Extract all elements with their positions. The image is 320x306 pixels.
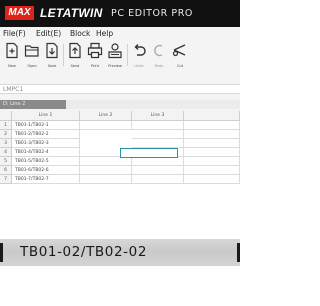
menu-edit[interactable]: Edit(E) (36, 28, 61, 39)
undo-button-label: Undo (134, 64, 144, 68)
max-logo: MAX (5, 6, 34, 20)
grid-cell[interactable]: TB01-4/TB02-4 (12, 148, 80, 157)
label-grid: Line 1 Line 2 Line 3 1 TB01-1/TB02-1 2 T… (0, 111, 240, 187)
grid-cell[interactable] (184, 175, 240, 184)
toolbar-divider (127, 44, 128, 66)
cut-button-label: Cut (176, 64, 184, 68)
row-number[interactable]: 2 (0, 130, 12, 139)
grid-cell[interactable] (184, 139, 240, 148)
row-number[interactable]: 4 (0, 148, 12, 157)
grid-cell[interactable] (80, 175, 132, 184)
print-icon (87, 42, 103, 59)
title-bar: MAX LETATWIN PC EDITOR PRO (0, 0, 240, 27)
cut-icon (172, 44, 186, 57)
grid-cell[interactable]: TB01-2/TB02-2 (12, 130, 80, 139)
toolbar: New Open Save Send Print Preview Undo Re… (0, 40, 240, 76)
label-zoom-preview: TB01-02/TB02-02 (0, 239, 240, 266)
preview-button[interactable]: Preview (105, 42, 125, 72)
preview-button-label: Preview (108, 64, 122, 68)
open-button[interactable]: Open (22, 42, 42, 72)
print-button[interactable]: Print (85, 42, 105, 72)
grid-cell[interactable] (132, 166, 184, 175)
grid-cell[interactable]: TB01-5/TB02-5 (12, 157, 80, 166)
new-button[interactable]: New (2, 42, 22, 72)
grid-cell[interactable]: TB01-7/TB02-7 (12, 175, 80, 184)
row-number[interactable]: 3 (0, 139, 12, 148)
sheet-tab[interactable]: D: Line 2 (0, 100, 66, 109)
grid-cell[interactable]: TB01-1/TB02-1 (12, 121, 80, 130)
send-document-icon (69, 42, 81, 59)
grid-cell[interactable] (184, 148, 240, 157)
redo-icon (154, 44, 163, 57)
preview-right-edge (237, 243, 240, 262)
undo-icon (134, 44, 146, 56)
menu-bar: File(F) Edit(E) Block Help (0, 27, 240, 40)
grid-cell[interactable] (132, 139, 184, 148)
save-button[interactable]: Save (42, 42, 62, 72)
grid-corner (0, 111, 12, 121)
grid-cell[interactable] (184, 157, 240, 166)
sheet-tab-bar: D: Line 2 (0, 100, 240, 109)
new-document-icon (6, 42, 18, 59)
menu-block[interactable]: Block (70, 28, 90, 39)
column-header (184, 111, 240, 121)
menu-file[interactable]: File(F) (3, 28, 26, 39)
new-button-label: New (8, 64, 16, 68)
open-folder-icon (24, 45, 39, 57)
row-number[interactable]: 5 (0, 157, 12, 166)
grid-cell[interactable] (132, 130, 184, 139)
sheet-tab-label: D: Line 2 (3, 101, 26, 107)
menu-help[interactable]: Help (96, 28, 113, 39)
send-button[interactable]: Send (65, 42, 85, 72)
column-header[interactable]: Line 3 (132, 111, 184, 121)
column-header[interactable]: Line 1 (12, 111, 80, 121)
grid-cell[interactable] (80, 157, 132, 166)
print-button-label: Print (90, 64, 100, 68)
cut-button[interactable]: Cut (170, 42, 190, 72)
app-name: LETATWIN (40, 6, 103, 20)
grid-cell[interactable] (132, 175, 184, 184)
grid-cell[interactable] (184, 166, 240, 175)
zoom-label-text: TB01-02/TB02-02 (20, 244, 148, 260)
undo-button[interactable]: Undo (129, 42, 149, 72)
grid-cell[interactable]: TB01-3/TB02-3 (12, 139, 80, 148)
grid-cell[interactable] (132, 121, 184, 130)
file-name-bar: LMPC1 (0, 84, 240, 94)
toolbar-divider (63, 44, 64, 66)
grid-cell[interactable] (132, 157, 184, 166)
column-header[interactable]: Line 2 (80, 111, 132, 121)
grid-cell[interactable] (184, 130, 240, 139)
row-number[interactable]: 6 (0, 166, 12, 175)
row-number[interactable]: 1 (0, 121, 12, 130)
grid-cell[interactable] (80, 121, 132, 130)
send-button-label: Send (70, 64, 80, 68)
redo-button-label: Redo (154, 64, 164, 68)
grid-cell[interactable] (184, 121, 240, 130)
grid-cell[interactable]: TB01-6/TB02-6 (12, 166, 80, 175)
redo-button[interactable]: Redo (149, 42, 169, 72)
grid-cell[interactable] (80, 166, 132, 175)
preview-icon (108, 43, 122, 59)
open-button-label: Open (27, 64, 37, 68)
row-number[interactable]: 7 (0, 175, 12, 184)
file-name: LMPC1 (3, 86, 24, 93)
selected-cell[interactable] (120, 148, 178, 158)
preview-left-edge (0, 243, 3, 262)
letatwin-editor-window: MAX LETATWIN PC EDITOR PRO File(F) Edit(… (0, 0, 240, 187)
app-subtitle: PC EDITOR PRO (111, 8, 194, 19)
save-button-label: Save (47, 64, 57, 68)
save-document-icon (46, 42, 58, 59)
